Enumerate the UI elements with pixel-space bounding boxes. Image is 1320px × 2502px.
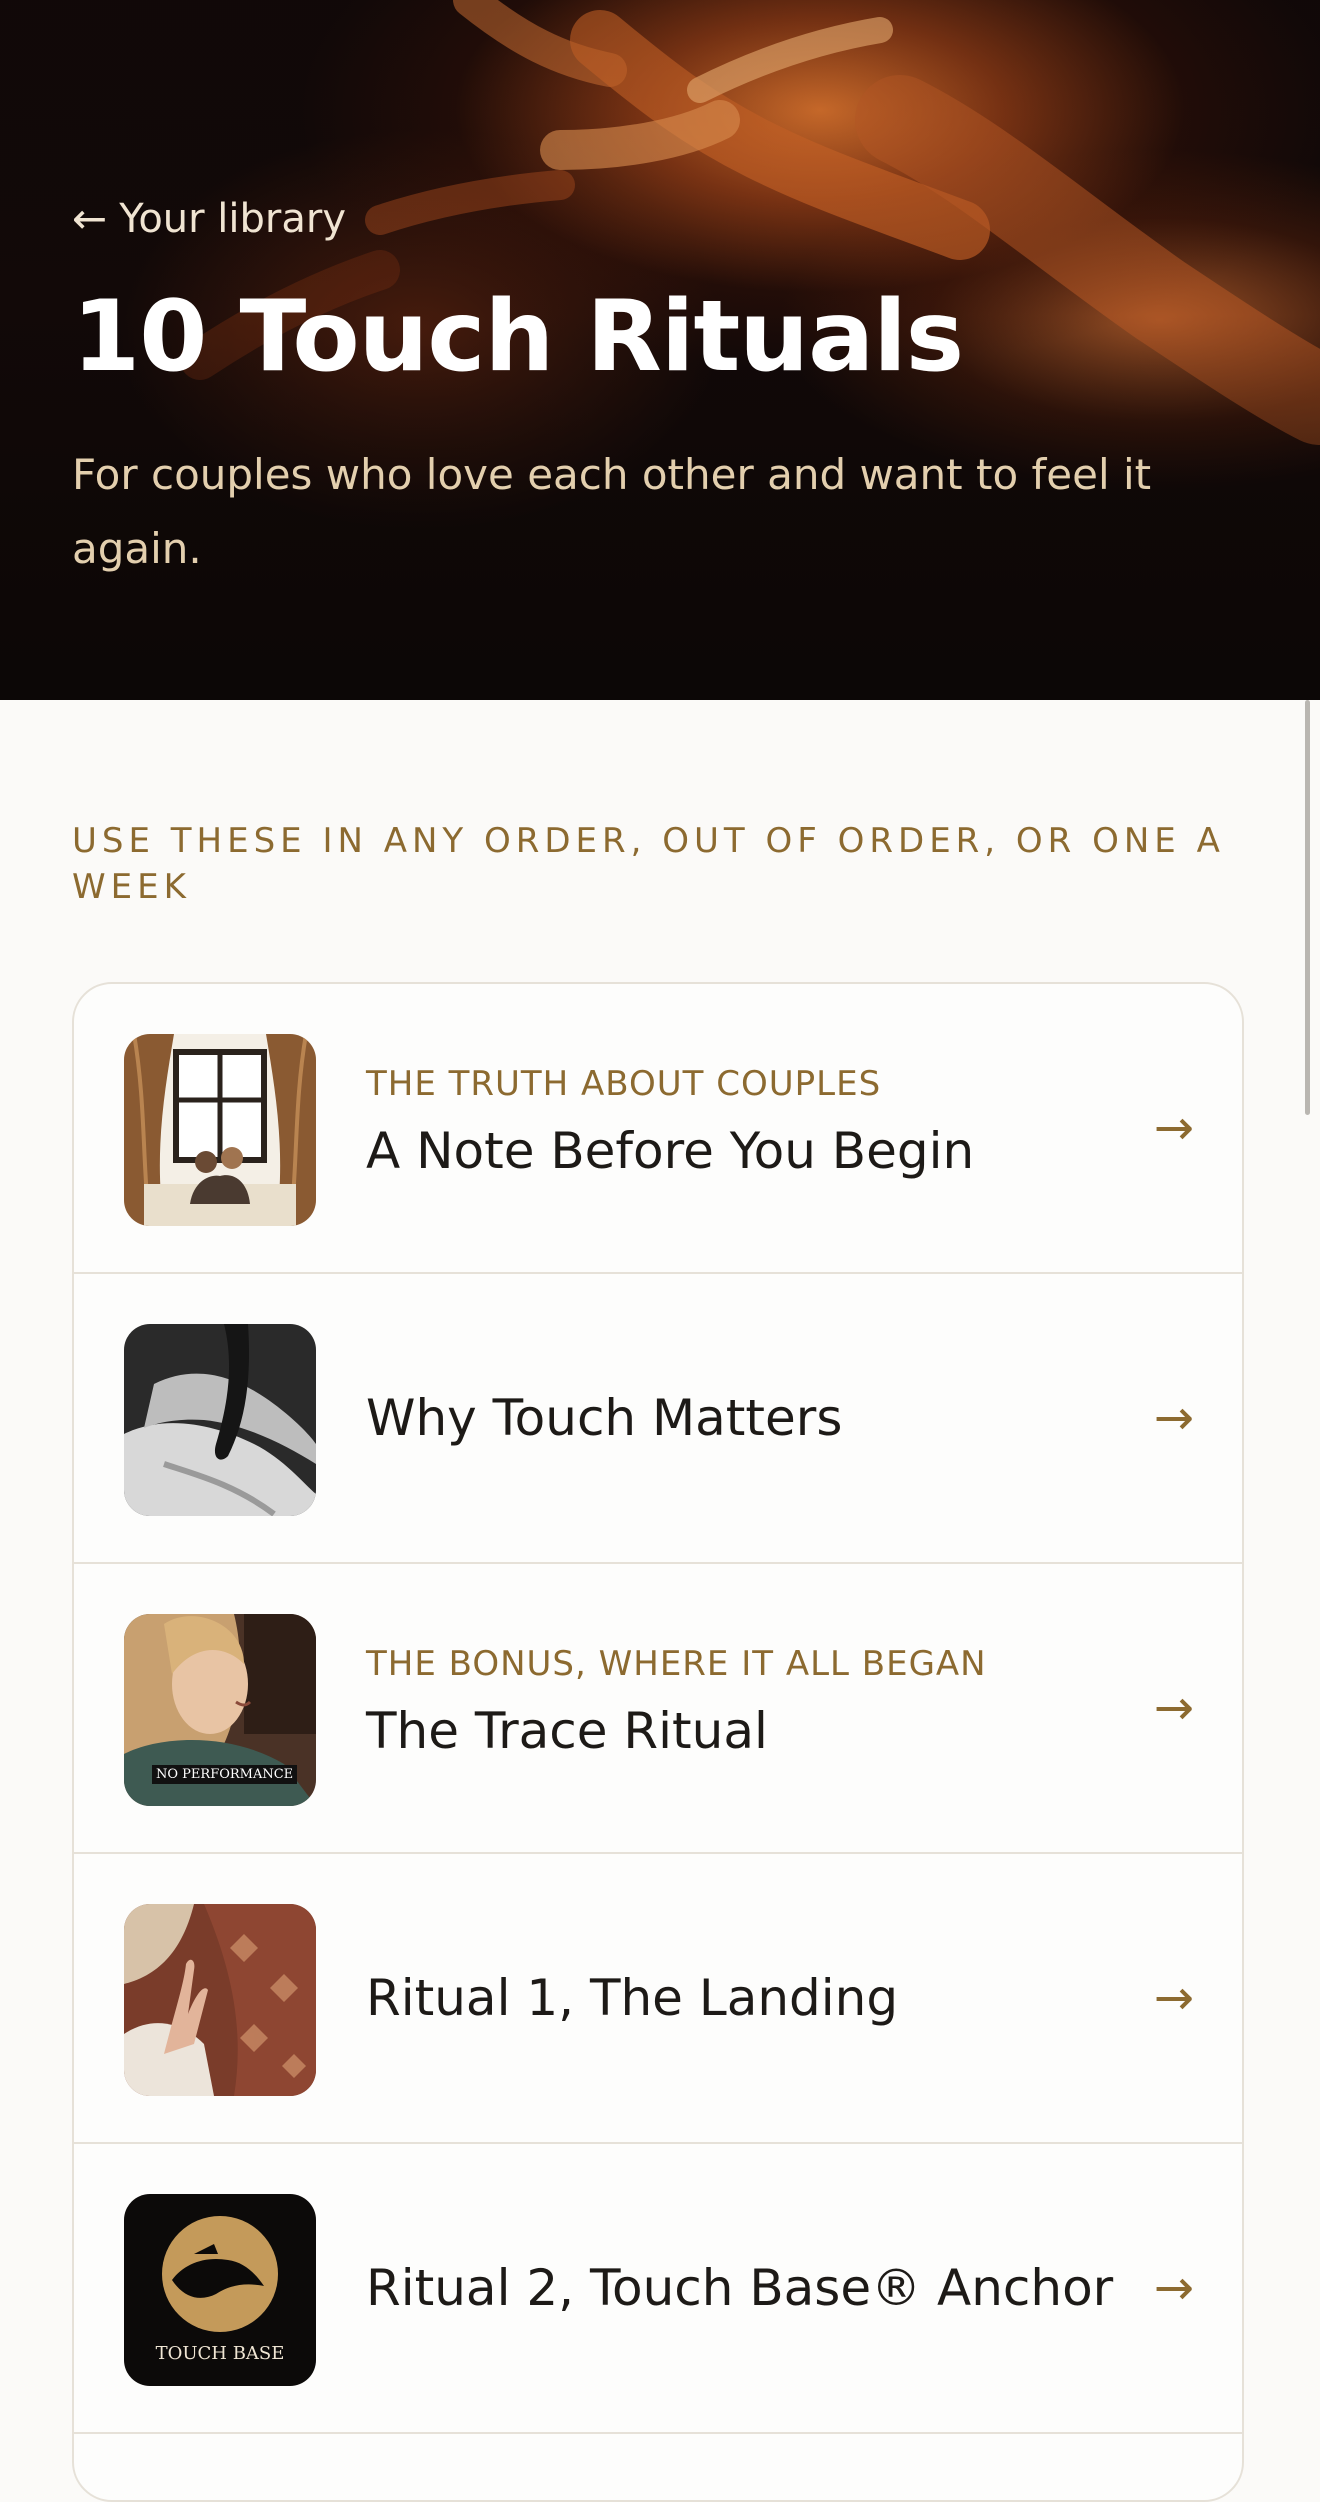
list-item-text: THE TRUTH ABOUT COUPLES A Note Before Yo… — [366, 984, 1122, 1272]
back-link-label: Your library — [119, 196, 346, 242]
hands-black-white-image — [124, 1324, 316, 1516]
list-item-title: Why Touch Matters — [366, 1389, 843, 1447]
hands-on-blanket-image — [124, 1904, 316, 2096]
list-item-trace-ritual[interactable]: NO PERFORMANCE THE BONUS, WHERE IT ALL B… — [74, 1564, 1242, 1854]
arrow-right-icon: → — [1153, 1100, 1194, 1156]
arrow-left-icon: ← — [72, 194, 108, 243]
list-item-title: Ritual 2, Touch Base® Anchor — [366, 2259, 1114, 2317]
page-subtitle: For couples who love each other and want… — [72, 450, 1152, 573]
list-item-title: Ritual 1, The Landing — [366, 1969, 899, 2027]
arrow-right-icon: → — [1153, 1390, 1194, 1446]
touch-base-logo: TOUCH BASE — [124, 2194, 316, 2386]
list-item-ritual-2-touch-base-anchor[interactable]: TOUCH BASE Ritual 2, Touch Base® Anchor … — [74, 2144, 1242, 2434]
scrollbar-thumb[interactable] — [1305, 700, 1310, 1115]
thumb-caption: NO PERFORMANCE — [152, 1765, 298, 1784]
page-title: 10 Touch Rituals — [72, 280, 964, 394]
list-item-ritual-1-the-landing[interactable]: Ritual 1, The Landing → — [74, 1854, 1242, 2144]
arrow-right-icon: → — [1153, 1680, 1194, 1736]
rituals-list: THE TRUTH ABOUT COUPLES A Note Before Yo… — [72, 982, 1244, 2502]
list-item-title: A Note Before You Begin — [366, 1122, 975, 1180]
list-item-text: Ritual 2, Touch Base® Anchor — [366, 2144, 1122, 2432]
list-item-why-touch-matters[interactable]: Why Touch Matters → — [74, 1274, 1242, 1564]
list-item-text: Ritual 1, The Landing — [366, 1854, 1122, 2142]
thumb-caption: TOUCH BASE — [155, 2343, 285, 2364]
arrow-right-icon: → — [1153, 1970, 1194, 2026]
hero-banner: ← Your library 10 Touch Rituals For coup… — [0, 0, 1320, 700]
list-item-text: Why Touch Matters — [366, 1274, 1122, 1562]
list-item-note-before-you-begin[interactable]: THE TRUTH ABOUT COUPLES A Note Before Yo… — [74, 984, 1242, 1274]
list-item-title: The Trace Ritual — [366, 1702, 768, 1760]
section-label: USE THESE IN ANY ORDER, OUT OF ORDER, OR… — [72, 821, 1225, 907]
arrow-right-icon: → — [1153, 2260, 1194, 2316]
woman-smiling-image: NO PERFORMANCE — [124, 1614, 316, 1806]
couple-by-window-image — [124, 1034, 316, 1226]
list-item-kicker: THE BONUS, WHERE IT ALL BEGAN — [366, 1644, 987, 1684]
list-item-text: THE BONUS, WHERE IT ALL BEGAN The Trace … — [366, 1564, 1122, 1852]
back-to-library-link[interactable]: ← Your library — [72, 196, 346, 242]
list-item-kicker: THE TRUTH ABOUT COUPLES — [366, 1064, 882, 1104]
